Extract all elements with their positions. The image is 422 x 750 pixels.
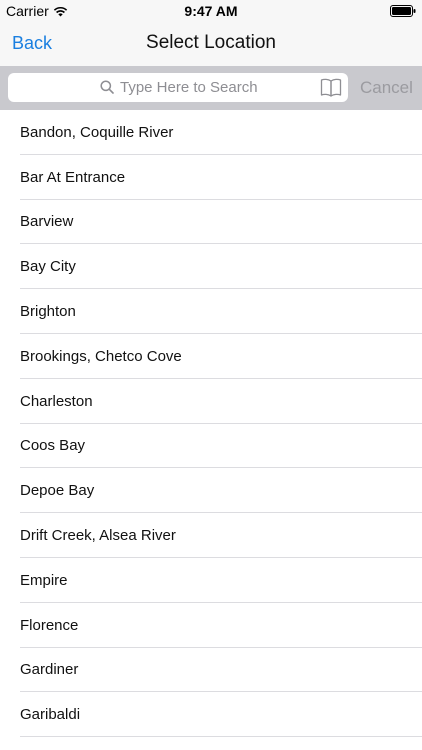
navigation-bar: Back Select Location (0, 22, 422, 66)
list-item[interactable]: Bar At Entrance (0, 155, 422, 200)
list-item[interactable]: Empire (0, 558, 422, 603)
list-item[interactable]: Gardiner (0, 648, 422, 693)
list-item[interactable]: Coos Bay (0, 424, 422, 469)
status-bar: Carrier 9:47 AM (0, 0, 422, 22)
bookmark-icon[interactable] (320, 77, 342, 102)
search-field[interactable] (8, 73, 348, 102)
page-title: Select Location (146, 32, 276, 53)
search-bar: Cancel (0, 66, 422, 110)
list-item[interactable]: Barview (0, 200, 422, 245)
search-input[interactable] (120, 73, 320, 102)
list-item[interactable]: Brighton (0, 289, 422, 334)
location-list: Bandon, Coquille River Bar At Entrance B… (0, 110, 422, 750)
list-item[interactable]: Brookings, Chetco Cove (0, 334, 422, 379)
list-item[interactable]: Bay City (0, 244, 422, 289)
status-time: 9:47 AM (184, 3, 238, 19)
cancel-button[interactable]: Cancel (360, 78, 413, 98)
list-item[interactable]: Drift Creek, Alsea River (0, 513, 422, 558)
list-item[interactable]: Garibaldi (0, 692, 422, 737)
list-item[interactable]: Florence (0, 603, 422, 648)
status-right (390, 5, 416, 17)
search-icon (100, 80, 114, 99)
list-item[interactable]: Bandon, Coquille River (0, 110, 422, 155)
list-item[interactable]: Charleston (0, 379, 422, 424)
battery-icon (390, 5, 416, 17)
list-item[interactable]: Depoe Bay (0, 468, 422, 513)
